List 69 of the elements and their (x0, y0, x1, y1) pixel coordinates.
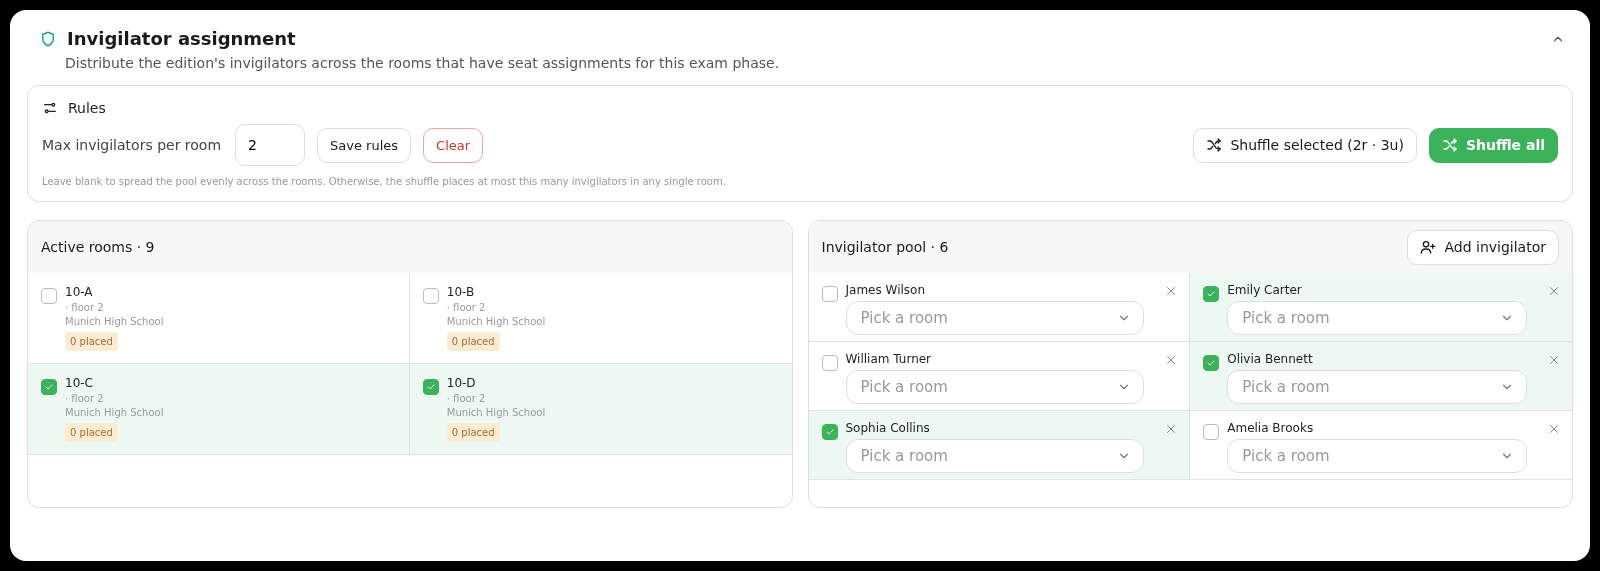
checkbox[interactable] (821, 424, 838, 440)
room-item[interactable]: 10-A · floor 2 Munich High School 0 placed (28, 273, 410, 364)
close-icon (1165, 423, 1178, 435)
shuffle-icon (1441, 137, 1458, 153)
rules-title: Rules (68, 100, 106, 116)
checkbox[interactable] (41, 379, 57, 395)
checkbox[interactable] (41, 288, 57, 304)
close-icon (1165, 285, 1178, 297)
panel-title: Active rooms · 9 (41, 239, 155, 255)
room-name: 10-C (65, 376, 93, 390)
room-name: 10-B (446, 285, 475, 299)
checkbox[interactable] (422, 379, 439, 395)
section-title: Invigilator assignment (67, 28, 296, 49)
room-name: 10-A (65, 285, 93, 299)
shuffle-icon (1206, 137, 1223, 153)
shield-icon (39, 29, 57, 48)
remove-button[interactable] (1165, 354, 1178, 366)
room-item[interactable]: 10-D · floor 2 Munich High School 0 placed (409, 364, 792, 455)
save-rules-button[interactable]: Save rules (317, 127, 412, 163)
clear-button[interactable]: Clear (423, 127, 484, 163)
remove-button[interactable] (1548, 423, 1560, 435)
add-invigilator-button[interactable]: Add invigilator (1407, 229, 1559, 265)
invigilator-item[interactable]: William Turner Pick a room (808, 342, 1191, 411)
section-description: Distribute the edition's invigilators across the rooms that have seat assignments for this exam phase. (64, 55, 781, 71)
room-floor: · floor 2 (446, 393, 486, 404)
invigilator-name: James Wilson (845, 283, 925, 297)
checkbox[interactable] (1203, 286, 1220, 302)
checkbox[interactable] (1203, 424, 1220, 440)
shuffle-selected-button[interactable]: Shuffle selected (2r · 3u) (1193, 127, 1417, 163)
invigilator-name: Sophia Collins (845, 421, 930, 435)
invigilator-name: Emily Carter (1227, 283, 1302, 297)
max-label: Max invigilators per room (42, 137, 222, 153)
room-item[interactable]: 10-C · floor 2 Munich High School 0 placed (28, 364, 410, 455)
checkbox[interactable] (821, 355, 838, 371)
room-floor: · floor 2 (446, 302, 486, 313)
invigilator-name: Olivia Bennett (1227, 352, 1313, 366)
invigilator-name: William Turner (845, 352, 932, 366)
sliders-icon (42, 100, 58, 116)
checkbox[interactable] (422, 288, 439, 304)
invigilator-item[interactable]: Sophia Collins Pick a room (808, 411, 1191, 480)
placed-badge: 0 placed (446, 332, 500, 351)
invigilator-name: Amelia Brooks (1227, 421, 1314, 435)
room-floor: · floor 2 (65, 393, 104, 404)
checkbox[interactable] (821, 286, 838, 302)
room-name: 10-D (446, 376, 476, 390)
placed-badge: 0 placed (65, 423, 118, 442)
remove-button[interactable] (1548, 285, 1560, 297)
panel-title: Invigilator pool · 6 (821, 239, 949, 255)
room-floor: · floor 2 (65, 302, 104, 313)
invigilator-item[interactable]: Emily Carter Pick a room (1190, 273, 1572, 342)
close-icon (1548, 285, 1560, 297)
close-icon (1548, 354, 1560, 366)
placed-badge: 0 placed (446, 423, 500, 442)
school-name: Munich High School (65, 316, 164, 327)
school-name: Munich High School (446, 407, 546, 418)
invigilator-item[interactable]: James Wilson Pick a room (808, 273, 1191, 342)
close-icon (1548, 423, 1560, 435)
school-name: Munich High School (65, 407, 164, 418)
school-name: Munich High School (446, 316, 546, 327)
user-plus-icon (1420, 239, 1437, 255)
checkbox[interactable] (1203, 355, 1220, 371)
remove-button[interactable] (1165, 423, 1178, 435)
remove-button[interactable] (1165, 285, 1178, 297)
close-icon (1165, 354, 1178, 366)
max-input[interactable]: 2 (235, 124, 306, 166)
remove-button[interactable] (1548, 354, 1560, 366)
placed-badge: 0 placed (65, 332, 118, 351)
invigilator-item[interactable]: Olivia Bennett Pick a room (1190, 342, 1572, 411)
rules-hint: Leave blank to spread the pool evenly across the rooms. Otherwise, the shuffle places at most this many invigilators in any single room. (42, 176, 727, 187)
